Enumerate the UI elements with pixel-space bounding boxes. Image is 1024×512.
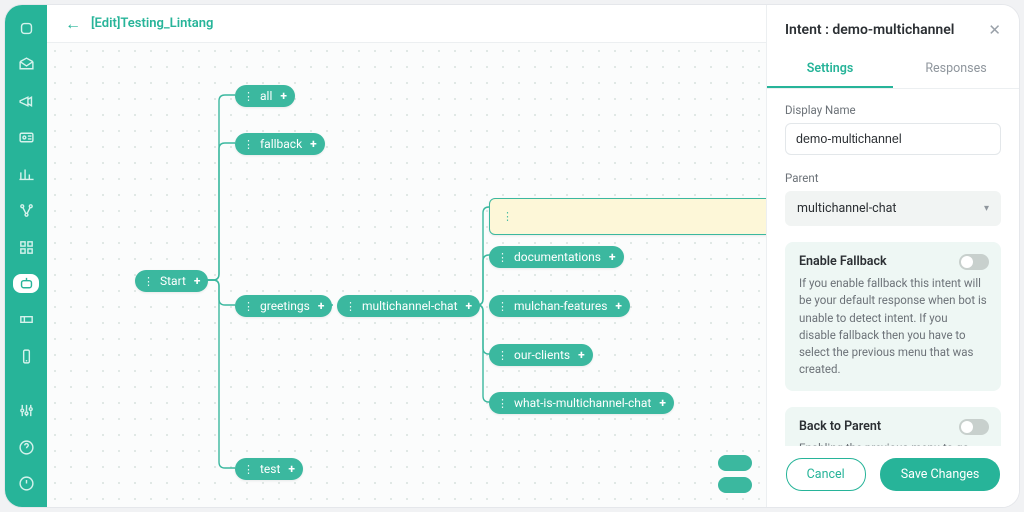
node-start[interactable]: ⋮ Start + xyxy=(135,270,208,292)
tab-settings[interactable]: Settings xyxy=(767,51,893,88)
help-icon[interactable] xyxy=(13,438,39,456)
enable-fallback-desc: If you enable fallback this intent will … xyxy=(799,275,987,379)
zoom-controls xyxy=(718,455,752,493)
id-card-icon[interactable] xyxy=(13,128,39,146)
node-what-is-multichannel-chat[interactable]: ⋮what-is-multichannel-chat+ xyxy=(489,392,674,414)
zoom-in-button[interactable] xyxy=(718,455,752,471)
parent-label: Parent xyxy=(785,171,1001,185)
display-name-label: Display Name xyxy=(785,103,1001,117)
enable-fallback-card: Enable Fallback If you enable fallback t… xyxy=(785,242,1001,391)
panel-title: Intent : demo-multichannel xyxy=(785,22,954,38)
back-to-parent-toggle[interactable] xyxy=(959,419,989,435)
zoom-out-button[interactable] xyxy=(718,477,752,493)
parent-select[interactable]: multichannel-chat ▾ xyxy=(785,191,1001,226)
node-documentations[interactable]: ⋮documentations+ xyxy=(489,246,624,268)
intent-panel: Intent : demo-multichannel ✕ Settings Re… xyxy=(766,5,1019,507)
back-to-parent-desc: Enabling the previous menu to go xyxy=(799,440,987,447)
add-icon[interactable]: + xyxy=(194,274,201,288)
apps-icon[interactable] xyxy=(13,238,39,256)
megaphone-icon[interactable] xyxy=(13,92,39,110)
node-all[interactable]: ⋮all+ xyxy=(235,85,295,107)
display-name-input[interactable] xyxy=(785,123,1001,155)
cancel-button[interactable]: Cancel xyxy=(786,458,866,491)
node-fallback[interactable]: ⋮fallback+ xyxy=(235,133,325,155)
drag-handle-icon: ⋮ xyxy=(143,275,154,288)
tab-responses[interactable]: Responses xyxy=(893,51,1019,88)
ticket-icon[interactable] xyxy=(13,311,39,329)
app-icon[interactable] xyxy=(13,19,39,37)
node-demo-multichannel[interactable]: ⋮demo-multichannel+ xyxy=(489,198,766,235)
save-button[interactable]: Save Changes xyxy=(880,458,1001,491)
chevron-down-icon: ▾ xyxy=(984,203,989,214)
node-label: Start xyxy=(160,274,186,288)
node-multichannel-chat[interactable]: ⋮multichannel-chat+ xyxy=(337,295,480,317)
back-to-parent-card: Back to Parent Enabling the previous men… xyxy=(785,407,1001,447)
page-title: [Edit]Testing_Lintang xyxy=(91,16,213,31)
node-our-clients[interactable]: ⋮our-clients+ xyxy=(489,344,593,366)
inbox-icon[interactable] xyxy=(13,55,39,73)
topbar: ← [Edit]Testing_Lintang xyxy=(47,5,766,43)
power-icon[interactable] xyxy=(13,475,39,493)
node-test[interactable]: ⋮test+ xyxy=(235,458,303,480)
panel-tabs: Settings Responses xyxy=(767,51,1019,89)
enable-fallback-toggle[interactable] xyxy=(959,254,989,270)
flow-canvas[interactable]: ⋮ Start + ⋮all+ ⋮fallback+ ⋮greetings+ ⋮… xyxy=(47,43,766,507)
integration-icon[interactable] xyxy=(13,201,39,219)
analytics-icon[interactable] xyxy=(13,165,39,183)
app-rail xyxy=(5,5,47,507)
parent-select-value: multichannel-chat xyxy=(797,201,897,216)
bot-icon[interactable] xyxy=(13,274,39,292)
mobile-icon[interactable] xyxy=(13,347,39,365)
node-mulchan-features[interactable]: ⋮mulchan-features+ xyxy=(489,295,630,317)
back-button[interactable]: ← xyxy=(65,14,81,34)
node-greetings[interactable]: ⋮greetings+ xyxy=(235,295,332,317)
close-icon[interactable]: ✕ xyxy=(988,21,1001,39)
settings-icon[interactable] xyxy=(13,402,39,420)
